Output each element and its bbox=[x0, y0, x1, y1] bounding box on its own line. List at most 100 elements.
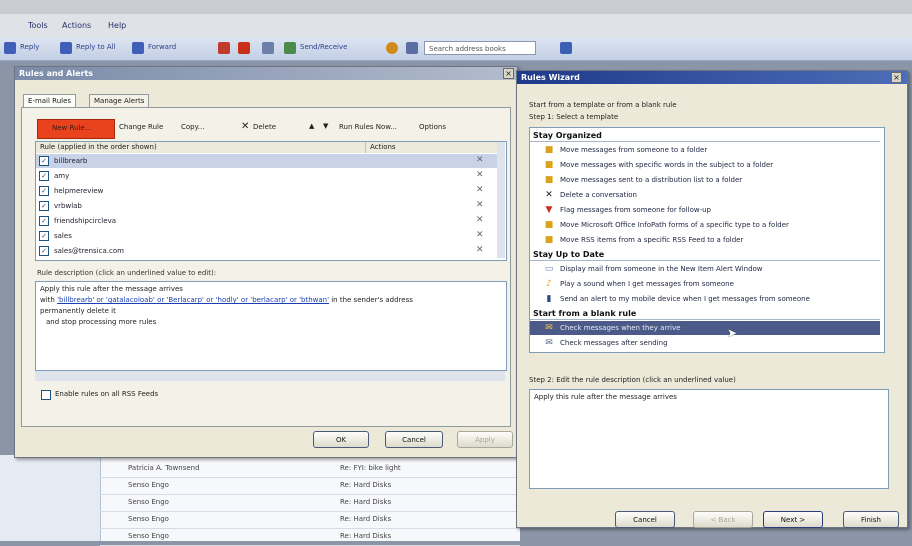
rule-checkbox[interactable]: ✓ bbox=[39, 171, 49, 181]
rule-row[interactable]: ✓ sales@trensica.com ✕ bbox=[36, 244, 498, 258]
template-item[interactable]: ■ Move messages sent to a distribution l… bbox=[530, 173, 880, 187]
wizard-title: Rules Wizard bbox=[517, 71, 907, 84]
rule-name: sales bbox=[54, 232, 72, 240]
apply-button[interactable]: Apply bbox=[457, 431, 513, 448]
close-icon[interactable]: × bbox=[503, 68, 514, 79]
rule-row[interactable]: ✓ billbrearb ✕ bbox=[36, 154, 498, 168]
alert-window-icon: ▭ bbox=[544, 264, 554, 274]
template-item-selected[interactable]: ✉ Check messages when they arrive bbox=[530, 321, 880, 335]
new-rule-button[interactable]: New Rule... bbox=[37, 119, 115, 139]
rule-checkbox[interactable]: ✓ bbox=[39, 216, 49, 226]
mail-row[interactable]: Patricia A. Townsend Re: FYI: bike light bbox=[100, 460, 520, 478]
move-up-icon[interactable]: ▲ bbox=[309, 122, 314, 130]
template-item[interactable]: ▼ Flag messages from someone for follow-… bbox=[530, 203, 880, 217]
step2-label: Step 2: Edit the rule description (click… bbox=[529, 376, 736, 384]
ok-button[interactable]: OK bbox=[313, 431, 369, 448]
mail-row[interactable]: Senso Engo Re: Hard Disks bbox=[100, 511, 520, 529]
rule-row[interactable]: ✓ amy ✕ bbox=[36, 169, 498, 183]
menu-tools[interactable]: Tools bbox=[28, 21, 48, 30]
cancel-button[interactable]: Cancel bbox=[385, 431, 443, 448]
step1-label: Step 1: Select a template bbox=[529, 113, 619, 121]
template-label: Move messages from someone to a folder bbox=[560, 146, 708, 154]
copy-button[interactable]: Copy... bbox=[181, 123, 204, 131]
close-icon[interactable]: × bbox=[891, 72, 902, 83]
template-item[interactable]: ■ Move RSS items from a specific RSS Fee… bbox=[530, 233, 880, 247]
back-button[interactable]: < Back bbox=[693, 511, 753, 528]
description-scrollbar[interactable] bbox=[35, 371, 505, 381]
finish-button[interactable]: Finish bbox=[843, 511, 899, 528]
actions-column-header[interactable]: Actions bbox=[366, 142, 498, 153]
template-label: Flag messages from someone for follow-up bbox=[560, 206, 711, 214]
description-line: Apply this rule after the message arrive… bbox=[40, 285, 183, 293]
organize-icon[interactable] bbox=[262, 42, 274, 54]
folder-icon: ■ bbox=[544, 175, 554, 185]
mobile-icon: ▮ bbox=[546, 294, 552, 304]
rss-rules-checkbox[interactable] bbox=[41, 390, 51, 400]
mail-subject: Re: Hard Disks bbox=[340, 532, 392, 540]
rule-checkbox[interactable]: ✓ bbox=[39, 201, 49, 211]
rule-checkbox[interactable]: ✓ bbox=[39, 231, 49, 241]
rule-row[interactable]: ✓ vrbwlab ✕ bbox=[36, 199, 498, 213]
flag-icon[interactable] bbox=[238, 42, 250, 54]
group-header: Start from a blank rule bbox=[530, 308, 880, 320]
description-line: with 'billbrearb' or 'gatalacoloab' or '… bbox=[40, 296, 413, 304]
cancel-button[interactable]: Cancel bbox=[615, 511, 675, 528]
categorize-icon[interactable] bbox=[218, 42, 230, 54]
template-item[interactable]: ■ Move messages from someone to a folder bbox=[530, 143, 880, 157]
reply-button[interactable]: Reply bbox=[20, 43, 39, 51]
step2-description-box: Apply this rule after the message arrive… bbox=[529, 389, 889, 489]
rule-description-label: Rule description (click an underlined va… bbox=[37, 269, 217, 277]
delete-action-icon: ✕ bbox=[476, 245, 484, 255]
menu-help[interactable]: Help bbox=[108, 21, 126, 30]
help-button-icon[interactable] bbox=[560, 42, 572, 54]
rules-list-scrollbar[interactable] bbox=[497, 142, 505, 258]
group-header: Stay Organized bbox=[530, 130, 880, 142]
rule-checkbox[interactable]: ✓ bbox=[39, 246, 49, 256]
rules-list: Rule (applied in the order shown) Action… bbox=[35, 141, 507, 261]
template-item[interactable]: ■ Move messages with specific words in t… bbox=[530, 158, 880, 172]
folder-icon: ■ bbox=[544, 220, 554, 230]
help-icon[interactable] bbox=[386, 42, 398, 54]
template-label: Move messages with specific words in the… bbox=[560, 161, 774, 169]
send-receive-button[interactable]: Send/Receive bbox=[300, 43, 347, 51]
template-list: Stay Organized ■ Move messages from some… bbox=[529, 127, 885, 353]
run-rules-button[interactable]: Run Rules Now... bbox=[339, 123, 397, 131]
template-item[interactable]: ▭ Display mail from someone in the New I… bbox=[530, 262, 880, 276]
options-button[interactable]: Options bbox=[419, 123, 446, 131]
rule-row[interactable]: ✓ helpmereview ✕ bbox=[36, 184, 498, 198]
delete-button[interactable]: Delete bbox=[253, 123, 276, 131]
template-item[interactable]: ▮ Send an alert to my mobile device when… bbox=[530, 292, 880, 306]
mail-row[interactable]: Senso Engo Re: Hard Disks bbox=[100, 494, 520, 512]
rule-row[interactable]: ✓ sales ✕ bbox=[36, 229, 498, 243]
forward-button[interactable]: Forward bbox=[148, 43, 176, 51]
rule-name: billbrearb bbox=[54, 157, 88, 165]
template-item[interactable]: ✕ Delete a conversation bbox=[530, 188, 880, 202]
mouse-cursor-icon: ➤ bbox=[727, 326, 738, 340]
template-item[interactable]: ♪ Play a sound when I get messages from … bbox=[530, 277, 880, 291]
mail-from: Senso Engo bbox=[128, 532, 169, 540]
tab-manage-alerts[interactable]: Manage Alerts bbox=[89, 94, 150, 108]
address-book-icon[interactable] bbox=[406, 42, 418, 54]
flag-icon: ▼ bbox=[545, 205, 553, 215]
folder-icon: ■ bbox=[544, 160, 554, 170]
tab-email-rules[interactable]: E-mail Rules bbox=[23, 94, 77, 108]
mail-subject: Re: Hard Disks bbox=[340, 481, 392, 489]
template-item[interactable]: ■ Move Microsoft Office InfoPath forms o… bbox=[530, 218, 880, 232]
sender-address-link[interactable]: 'billbrearb' or 'gatalacoloab' or 'Berla… bbox=[57, 296, 329, 304]
change-rule-button[interactable]: Change Rule bbox=[119, 123, 163, 131]
mail-subject: Re: Hard Disks bbox=[340, 515, 392, 523]
mail-row[interactable]: Senso Engo Re: Hard Disks bbox=[100, 477, 520, 495]
menu-bar: Tools Actions Help bbox=[0, 14, 912, 38]
next-button[interactable]: Next > bbox=[763, 511, 823, 528]
rule-column-header[interactable]: Rule (applied in the order shown) bbox=[36, 142, 366, 153]
mail-row[interactable]: Senso Engo Re: Hard Disks bbox=[100, 528, 520, 546]
address-book-search-input[interactable]: Search address books bbox=[424, 41, 536, 55]
rules-wizard-dialog: Rules Wizard × Start from a template or … bbox=[516, 70, 908, 528]
move-down-icon[interactable]: ▼ bbox=[323, 122, 328, 130]
rule-checkbox[interactable]: ✓ bbox=[39, 186, 49, 196]
rule-row[interactable]: ✓ friendshipcircleva ✕ bbox=[36, 214, 498, 228]
rule-checkbox[interactable]: ✓ bbox=[39, 156, 49, 166]
menu-actions[interactable]: Actions bbox=[62, 21, 91, 30]
template-item[interactable]: ✉ Check messages after sending bbox=[530, 336, 880, 350]
reply-all-button[interactable]: Reply to All bbox=[76, 43, 116, 51]
